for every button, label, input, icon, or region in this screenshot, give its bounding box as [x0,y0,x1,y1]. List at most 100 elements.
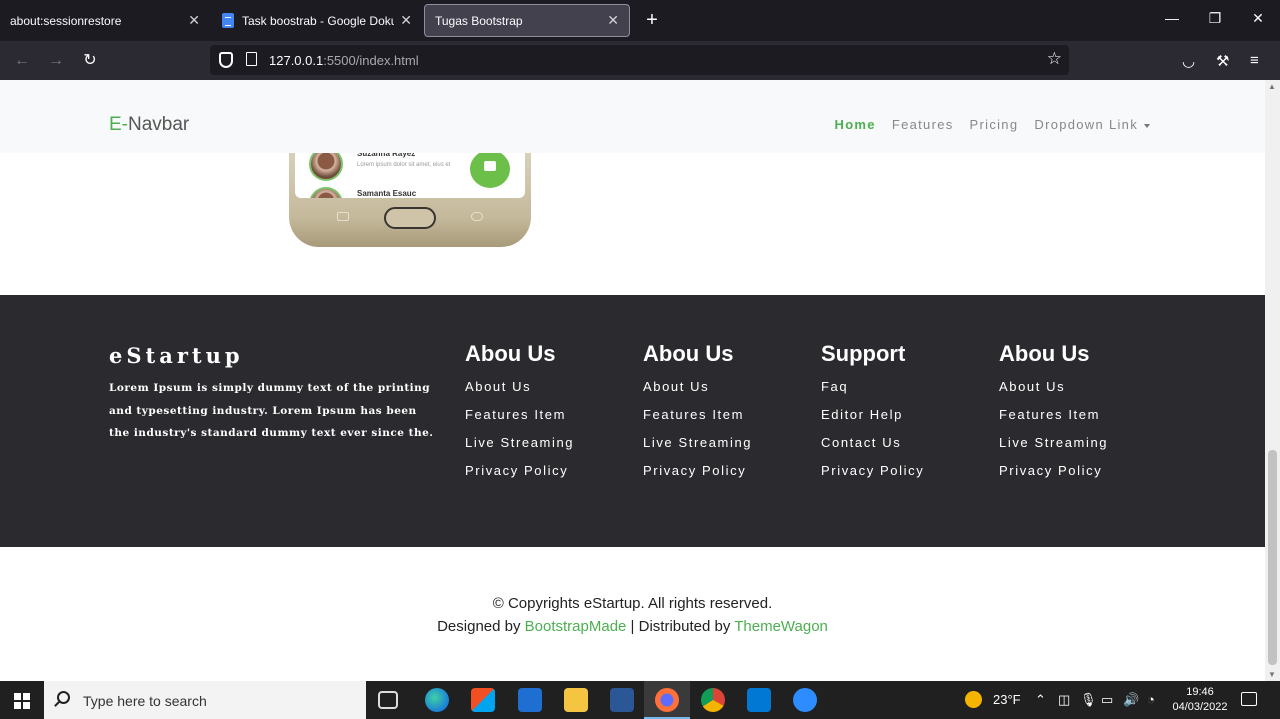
close-icon[interactable]: ✕ [188,12,200,29]
credits-line: Designed by BootstrapMade | Distributed … [0,616,1265,639]
designed-by-label: Designed by [437,617,525,635]
nav-links: Home Features Pricing Dropdown Link [835,117,1150,132]
copyright-line: © Copyrights eStartup. All rights reserv… [492,595,773,612]
firefox-icon[interactable] [655,688,679,712]
nav-link-home[interactable]: Home [835,117,876,132]
page-viewport: Suzanna Rayez Lorem ipsum dolor sit amet… [0,80,1265,681]
search-placeholder: Type here to search [83,693,207,709]
footer-link[interactable]: About Us [465,379,574,407]
file-explorer-icon[interactable] [564,688,588,712]
windows-start-icon[interactable] [14,693,30,709]
contact-message: Lorem ipsum dolor sit amet, eius et [357,162,451,168]
wrench-icon[interactable]: ⚒ [1216,52,1229,70]
footer-link[interactable]: Privacy Policy [821,463,924,491]
chrome-icon[interactable] [701,688,725,712]
tab-title: Tugas Bootstrap [435,13,523,28]
footer-column-title: Abou Us [465,341,556,366]
chat-fab [470,150,510,188]
search-icon [57,691,70,704]
avatar [309,187,343,198]
pocket-icon[interactable]: ◡ [1182,52,1195,70]
minimize-icon[interactable]: — [1162,10,1182,26]
footer-link[interactable]: Privacy Policy [465,463,574,491]
vscode-icon[interactable] [747,688,771,712]
reload-icon[interactable]: ↻ [79,50,101,72]
bootstrapmade-link[interactable]: BootstrapMade [525,618,627,635]
url-bar[interactable]: 127.0.0.1:5500/index.html ☆ [210,45,1069,75]
footer-column: Abou Us About Us Features Item Live Stre… [465,341,574,491]
footer-link[interactable]: Live Streaming [465,435,574,463]
tab-sessionrestore[interactable]: about:sessionrestore ✕ [0,4,210,37]
tab-tugas-bootstrap[interactable]: Tugas Bootstrap ✕ [424,4,630,37]
avatar [309,150,343,181]
footer-link[interactable]: Features Item [999,407,1108,435]
copyright: © Copyrights eStartup. All rights reserv… [0,593,1265,638]
edge-icon[interactable] [425,688,449,712]
chevron-up-icon[interactable]: ⌃ [1035,692,1046,708]
brand-logo[interactable]: E-Navbar [109,114,189,136]
scroll-down-icon[interactable]: ▼ [1268,670,1276,679]
themewagon-link[interactable]: ThemeWagon [734,618,828,635]
new-tab-button[interactable]: + [640,8,664,32]
footer-link[interactable]: About Us [999,379,1108,407]
taskbar-search[interactable]: Type here to search [44,681,366,719]
meet-now-icon[interactable]: ◫ [1058,692,1070,708]
zoom-icon[interactable] [793,688,817,712]
shield-icon[interactable] [219,52,233,68]
footer-column: Abou Us About Us Features Item Live Stre… [999,341,1108,491]
notification-icon[interactable] [1241,692,1257,706]
word-icon[interactable] [610,688,634,712]
bookmark-star-icon[interactable]: ☆ [1047,49,1062,69]
battery-icon[interactable]: ▭ [1101,692,1113,708]
recent-apps-key [337,212,349,221]
footer-link[interactable]: Features Item [643,407,752,435]
store-icon[interactable] [471,688,495,712]
caret-down-icon [1144,123,1150,128]
forward-arrow-icon[interactable]: → [45,50,67,72]
site-footer: eStartup Lorem Ipsum is simply dummy tex… [0,295,1265,547]
volume-icon[interactable]: 🔊 [1123,692,1139,708]
clock-date: 04/03/2022 [1172,701,1228,713]
mail-icon[interactable] [518,688,542,712]
distributed-by-label: | Distributed by [626,617,735,635]
close-icon[interactable]: ✕ [400,12,412,29]
tab-title: about:sessionrestore [10,13,122,28]
restore-icon[interactable]: ❐ [1205,10,1225,27]
scroll-up-icon[interactable]: ▲ [1268,82,1276,91]
site-navbar: E-Navbar Home Features Pricing Dropdown … [0,80,1265,153]
brand-name: Navbar [128,114,190,135]
footer-link[interactable]: Editor Help [821,407,924,435]
nav-link-pricing[interactable]: Pricing [970,117,1019,132]
footer-link[interactable]: Contact Us [821,435,924,463]
wifi-icon[interactable]: ◔ [1147,692,1155,707]
weather-text[interactable]: 23°F [993,692,1021,707]
nav-dropdown[interactable]: Dropdown Link [1034,117,1150,132]
url-host: 127.0.0.1 [269,53,324,68]
footer-link[interactable]: Privacy Policy [999,463,1108,491]
tab-google-docs[interactable]: Task boostrab - Google Dokumen ✕ [212,4,422,37]
brand-prefix: E- [109,114,128,135]
footer-link[interactable]: Live Streaming [999,435,1108,463]
back-arrow-icon[interactable]: ← [11,50,33,72]
google-docs-icon [222,13,234,28]
task-view-icon[interactable] [378,691,398,709]
weather-sun-icon[interactable] [965,691,982,708]
footer-link[interactable]: About Us [643,379,752,407]
footer-link[interactable]: Live Streaming [643,435,752,463]
browser-tab-bar: about:sessionrestore ✕ Task boostrab - G… [0,0,1280,41]
footer-link[interactable]: Faq [821,379,924,407]
scrollbar-thumb[interactable] [1268,450,1277,665]
window-close-icon[interactable]: ✕ [1248,10,1268,27]
taskbar-clock[interactable]: 19:46 04/03/2022 [1170,685,1230,715]
nav-link-features[interactable]: Features [892,117,954,132]
url-text: 127.0.0.1:5500/index.html [269,53,419,68]
url-path: :5500/index.html [323,53,419,68]
microphone-icon[interactable]: 🎙 [1080,692,1097,708]
footer-link[interactable]: Features Item [465,407,574,435]
footer-column-title: Abou Us [999,341,1090,366]
vertical-scrollbar[interactable]: ▲ ▼ [1265,80,1280,681]
menu-icon[interactable]: ≡ [1250,52,1259,69]
footer-link[interactable]: Privacy Policy [643,463,752,491]
page-icon [246,52,257,66]
close-icon[interactable]: ✕ [607,12,619,29]
